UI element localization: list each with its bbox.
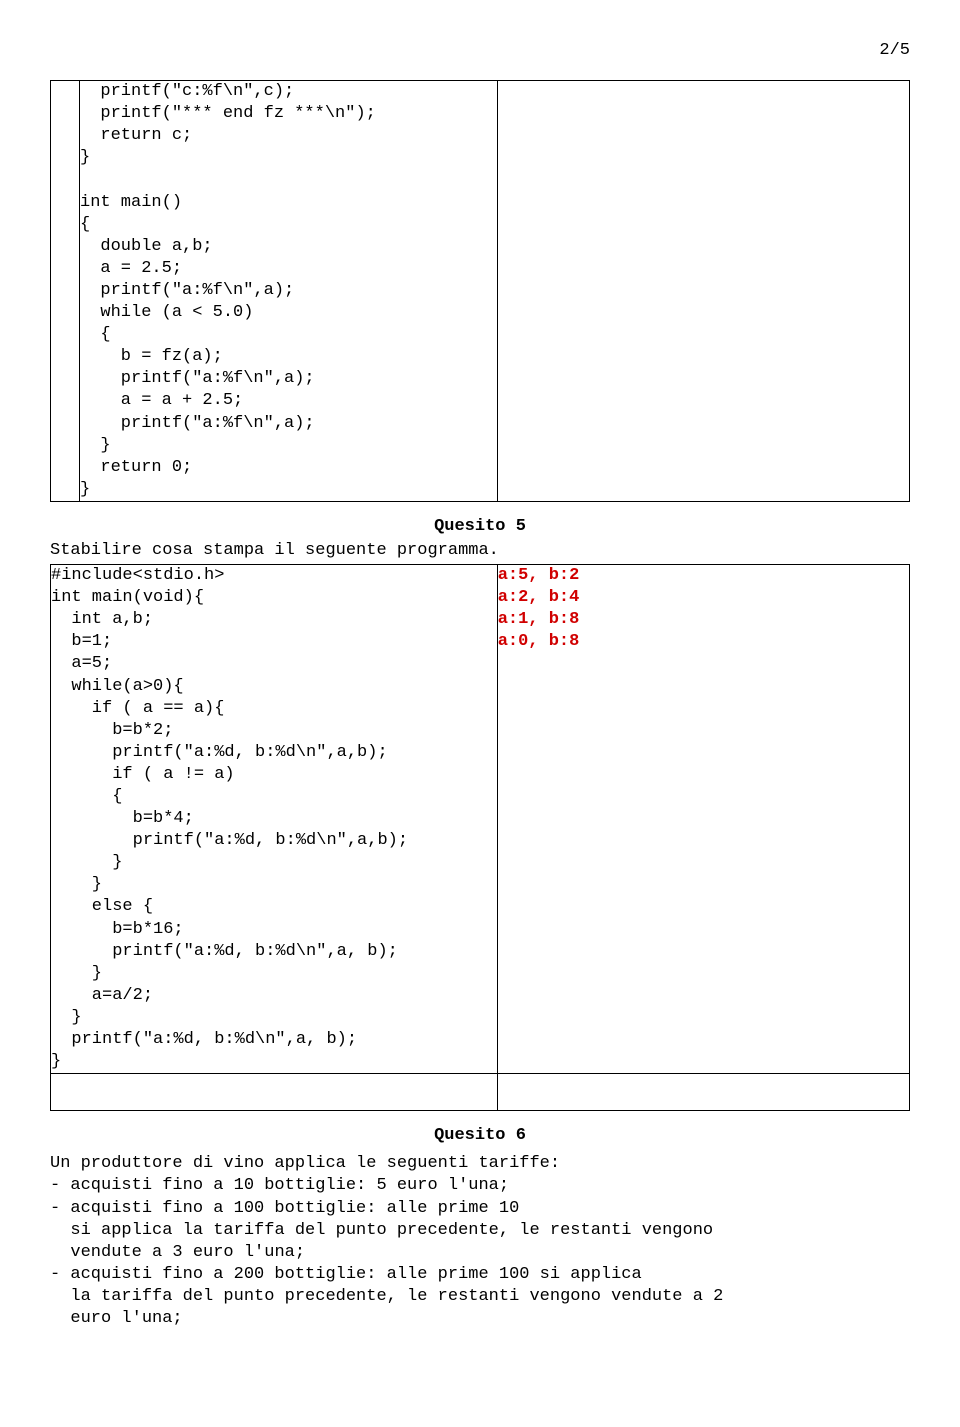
empty-cell-left [51, 1074, 498, 1111]
quesito-6-title: Quesito 6 [50, 1125, 910, 1147]
quesito-5-title: Quesito 5 [50, 516, 910, 538]
quesito-6-body: Un produttore di vino applica le seguent… [50, 1153, 910, 1330]
page-number: 2/5 [50, 40, 910, 62]
code-block-1-table: printf("c:%f\n",c); printf("*** end fz *… [50, 80, 910, 502]
code-block-1: printf("c:%f\n",c); printf("*** end fz *… [80, 81, 498, 502]
answer-cell-1 [497, 81, 909, 502]
quesito-5-intro: Stabilire cosa stampa il seguente progra… [50, 540, 910, 562]
margin-cell [51, 81, 80, 502]
quesito-5-answer: a:5, b:2 a:2, b:4 a:1, b:8 a:0, b:8 [497, 565, 909, 1074]
quesito-5-code: #include<stdio.h> int main(void){ int a,… [51, 565, 498, 1074]
quesito-5-table: #include<stdio.h> int main(void){ int a,… [50, 564, 910, 1111]
empty-cell-right [497, 1074, 909, 1111]
